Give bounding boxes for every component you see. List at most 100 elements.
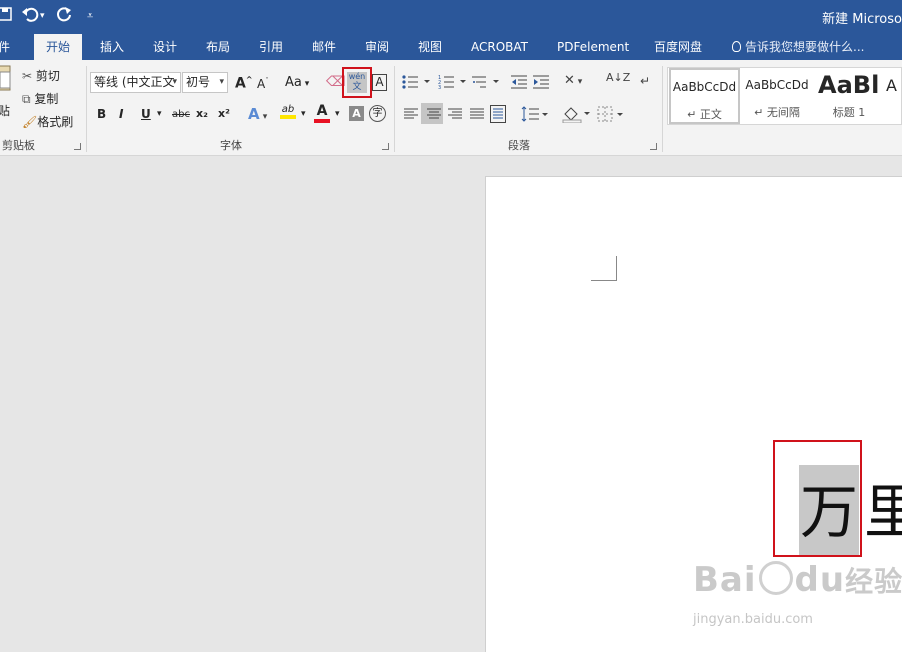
text-effects-button[interactable]: A ▾ [248, 105, 267, 123]
borders-icon [597, 106, 623, 122]
watermark-text: du [794, 560, 846, 600]
show-marks-icon[interactable]: ↵ [640, 74, 650, 88]
align-left-icon [404, 108, 418, 119]
underline-dropdown-icon[interactable]: ▾ [157, 109, 162, 119]
character-border-icon: A [375, 75, 384, 89]
font-color-dropdown-icon[interactable]: ▾ [335, 109, 340, 119]
tab-home[interactable]: 开始 [34, 34, 83, 60]
tab-insert[interactable]: 插入 [100, 34, 124, 60]
styles-gallery: AaBbCcDd ↵ 正文 AaBbCcDd ↵ 无间隔 AaBl 标题 1 A [667, 67, 902, 125]
grow-font-button[interactable]: A^ [235, 75, 253, 92]
line-spacing-button[interactable] [521, 106, 549, 125]
align-center-button[interactable] [421, 103, 443, 124]
watermark-text: Bai [693, 560, 757, 600]
align-right-button[interactable] [447, 107, 463, 124]
tell-me-text: 告诉我您想要做什么... [745, 40, 865, 54]
highlight-dropdown-icon[interactable]: ▾ [301, 109, 306, 119]
save-icon[interactable] [0, 6, 12, 26]
multilevel-list-icon [472, 76, 499, 88]
document-character[interactable]: 里 [864, 467, 902, 557]
tab-view[interactable]: 视图 [418, 34, 442, 60]
enclose-characters-button[interactable]: 字 [369, 105, 386, 122]
customize-quick-access-icon[interactable]: ⩡ [87, 9, 93, 23]
paragraph-launcher-icon[interactable] [650, 143, 657, 150]
bold-button[interactable]: B [97, 107, 106, 121]
clipboard-launcher-icon[interactable] [74, 143, 81, 150]
align-left-button[interactable] [403, 107, 419, 124]
redo-icon[interactable] [56, 5, 74, 27]
paste-label[interactable]: 贴 [0, 102, 10, 119]
font-color-button[interactable]: A [314, 103, 330, 123]
font-size-select[interactable]: 初号 ▾ [182, 72, 228, 93]
style-preview: AaBbCcDd [745, 78, 809, 92]
highlighter-icon: ab [281, 104, 295, 115]
paragraph-group-label: 段落 [508, 139, 530, 152]
cut-button[interactable]: ✂ 剪切 [22, 67, 60, 84]
tab-design[interactable]: 设计 [153, 34, 177, 60]
distributed-button[interactable] [490, 105, 506, 126]
style-normal[interactable]: AaBbCcDd ↵ 正文 [669, 68, 740, 124]
format-painter-button[interactable]: 🖌格式刷 [22, 113, 73, 130]
subscript-button[interactable]: x₂ [196, 107, 208, 120]
baidu-watermark: Bai du经验 [693, 560, 902, 600]
borders-button[interactable] [597, 106, 625, 125]
italic-button[interactable]: I [119, 107, 123, 121]
decrease-indent-icon [511, 75, 527, 89]
tab-pdfelement[interactable]: PDFelement [557, 34, 629, 60]
ribbon: 贴 ✂ 剪切 ⧉ 复制 🖌格式刷 剪贴板 等线 (中文正文 ▾ 初号 ▾ A^ Aˇ… [0, 60, 902, 156]
line-spacing-icon [521, 106, 548, 122]
highlight-button[interactable]: ab [280, 104, 296, 119]
sort-button[interactable]: A↓Z [606, 71, 631, 84]
paste-icon[interactable] [0, 62, 12, 97]
decrease-indent-button[interactable] [510, 74, 528, 93]
tab-mailings[interactable]: 邮件 [312, 34, 336, 60]
numbering-icon: 123 [438, 75, 466, 91]
style-preview: A [886, 76, 897, 95]
phonetic-bottom-text: 文 [352, 82, 362, 92]
grow-font-icon: A [235, 75, 246, 92]
character-border-button[interactable]: A [372, 74, 387, 91]
tab-layout[interactable]: 布局 [206, 34, 230, 60]
increase-indent-button[interactable] [532, 74, 550, 93]
cut-label: 剪切 [35, 69, 60, 83]
justify-button[interactable] [469, 107, 485, 124]
style-heading-1[interactable]: AaBl 标题 1 [814, 68, 884, 124]
change-case-button[interactable]: Aa ▾ [285, 75, 309, 90]
group-separator [86, 66, 87, 152]
bullets-button[interactable] [402, 74, 432, 93]
style-more[interactable]: A [886, 68, 902, 124]
style-name: ↵ 无间隔 [754, 106, 800, 119]
underline-button[interactable]: U [141, 107, 151, 121]
style-no-spacing[interactable]: AaBbCcDd ↵ 无间隔 [742, 68, 812, 124]
font-name-select[interactable]: 等线 (中文正文 ▾ [90, 72, 181, 93]
superscript-button[interactable]: x² [218, 107, 230, 120]
lightbulb-icon [732, 41, 741, 52]
tab-acrobat[interactable]: ACROBAT [471, 34, 528, 60]
font-color-bar [314, 119, 330, 123]
shading-button[interactable] [562, 105, 592, 126]
clipboard-group-label: 剪贴板 [2, 139, 35, 152]
shrink-font-button[interactable]: Aˇ [257, 77, 269, 91]
character-shading-button[interactable]: A [349, 106, 364, 121]
annotation-highlight-box [773, 440, 862, 557]
font-launcher-icon[interactable] [382, 143, 389, 150]
copy-label: 复制 [34, 92, 59, 106]
multilevel-list-button[interactable] [471, 74, 501, 93]
phonetic-guide-button[interactable]: wén 文 [342, 67, 372, 98]
watermark-url: jingyan.baidu.com [693, 612, 813, 627]
tab-review[interactable]: 审阅 [365, 34, 389, 60]
sort-icon: A↓Z [606, 71, 631, 84]
change-case-icon: Aa [285, 75, 302, 90]
tab-file[interactable]: 件 [0, 34, 10, 60]
undo-icon[interactable] [21, 5, 39, 27]
tab-references[interactable]: 引用 [259, 34, 283, 60]
shrink-font-icon: A [257, 77, 266, 91]
undo-dropdown-icon[interactable]: ▾ [40, 11, 45, 21]
group-separator [394, 66, 395, 152]
chinese-layout-button[interactable]: ✕ ▾ [564, 73, 582, 88]
tell-me-box[interactable]: 告诉我您想要做什么... [732, 34, 864, 60]
copy-button[interactable]: ⧉ 复制 [22, 90, 58, 107]
numbering-button[interactable]: 123 [438, 74, 468, 93]
strikethrough-button[interactable]: abc [172, 109, 190, 120]
tab-baidu-netdisk[interactable]: 百度网盘 [654, 34, 702, 60]
